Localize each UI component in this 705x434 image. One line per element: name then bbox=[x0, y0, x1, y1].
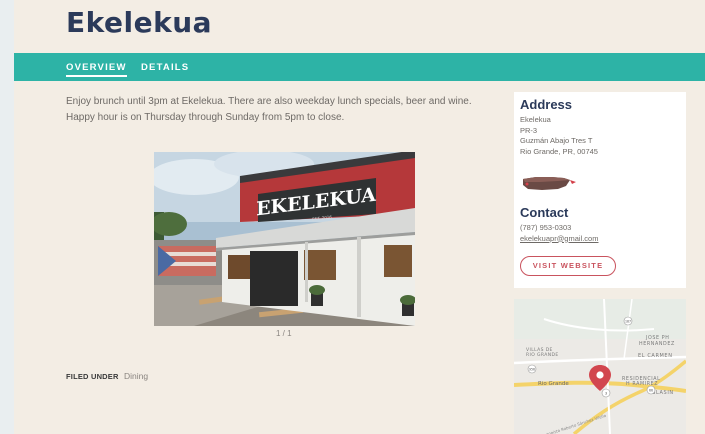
email-link[interactable]: ekelekuapr@gmail.com bbox=[520, 234, 598, 245]
svg-text:EL CARMEN: EL CARMEN bbox=[638, 353, 673, 359]
svg-text:RIO GRANDE: RIO GRANDE bbox=[526, 352, 559, 358]
svg-text:HERNANDEZ: HERNANDEZ bbox=[639, 341, 675, 347]
svg-text:JOSE PH: JOSE PH bbox=[645, 335, 670, 341]
svg-text:BLASIN: BLASIN bbox=[652, 390, 674, 396]
info-card: Address Ekelekua PR-3 Guzmán Abajo Tres … bbox=[514, 92, 686, 288]
photo-illustration: EKELEKUA EST. 2016 bbox=[154, 152, 415, 326]
puerto-rico-map-icon bbox=[523, 177, 576, 190]
address-line: Rio Grande, PR, 00745 bbox=[520, 146, 598, 156]
svg-text:Rio Grande: Rio Grande bbox=[538, 381, 569, 387]
contact-block: (787) 953-0303 ekelekuapr@gmail.com bbox=[520, 223, 598, 244]
svg-text:66: 66 bbox=[649, 389, 653, 393]
address-block: Ekelekua PR-3 Guzmán Abajo Tres T Rio Gr… bbox=[520, 115, 598, 157]
visit-website-button[interactable]: VISIT WEBSITE bbox=[520, 256, 616, 276]
tab-overview[interactable]: OVERVIEW bbox=[66, 62, 127, 77]
svg-text:H RAMIREZ: H RAMIREZ bbox=[626, 381, 658, 387]
gallery-counter: 1 / 1 bbox=[276, 329, 292, 338]
tab-bar: OVERVIEW DETAILS bbox=[14, 53, 705, 81]
phone-number[interactable]: (787) 953-0303 bbox=[520, 223, 598, 234]
contact-heading: Contact bbox=[520, 205, 569, 220]
page-content: Ekelekua OVERVIEW DETAILS Enjoy brunch u… bbox=[14, 0, 705, 434]
map-illustration: VILLAS DE RIO GRANDE JOSE PH HERNANDEZ E… bbox=[514, 299, 686, 434]
address-line: Guzmán Abajo Tres T bbox=[520, 136, 593, 145]
intro-text: Enjoy brunch until 3pm at Ekelekua. Ther… bbox=[66, 96, 472, 123]
filed-under-category[interactable]: Dining bbox=[124, 371, 148, 381]
page-title: Ekelekua bbox=[66, 6, 213, 39]
location-map[interactable]: VILLAS DE RIO GRANDE JOSE PH HERNANDEZ E… bbox=[514, 299, 686, 434]
filed-under: FILED UNDER Dining bbox=[66, 371, 148, 381]
svg-text:3: 3 bbox=[605, 392, 607, 396]
address-heading: Address bbox=[520, 97, 573, 112]
restaurant-photo[interactable]: EKELEKUA EST. 2016 bbox=[154, 152, 415, 326]
filed-under-label: FILED UNDER bbox=[66, 372, 119, 381]
svg-text:187: 187 bbox=[625, 320, 631, 324]
address-line: Ekelekua bbox=[520, 115, 551, 124]
address-line: PR-3 bbox=[520, 125, 538, 135]
tab-details[interactable]: DETAILS bbox=[141, 62, 189, 73]
svg-text:956: 956 bbox=[529, 368, 535, 372]
